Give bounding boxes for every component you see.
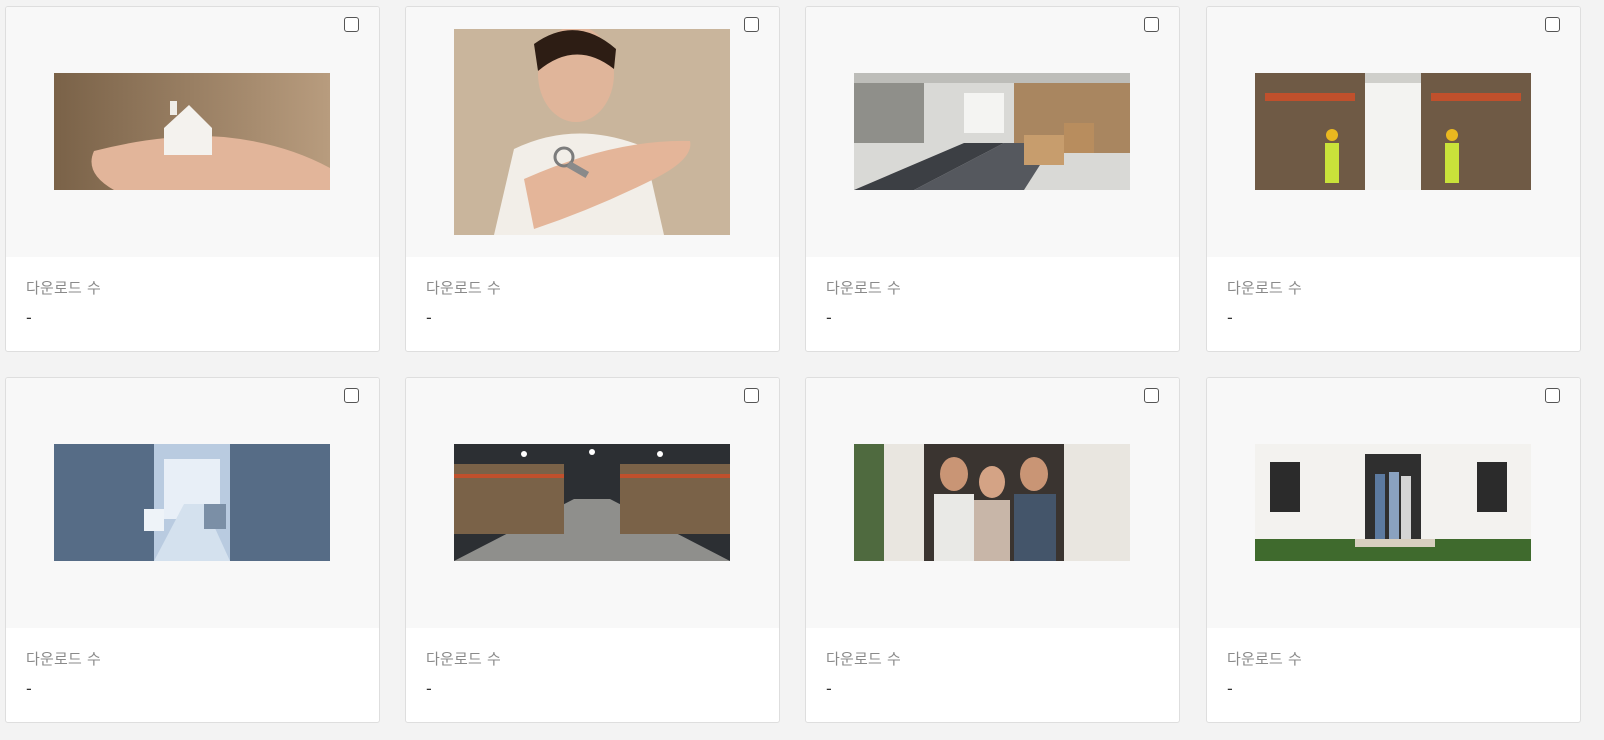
select-checkbox[interactable] [1545,388,1560,403]
select-checkbox[interactable] [744,388,759,403]
asset-card[interactable]: 다운로드 수 - [1206,6,1581,352]
house-in-hand-photo[interactable] [54,73,330,190]
select-checkbox[interactable] [1144,388,1159,403]
select-checkbox[interactable] [1545,17,1560,32]
select-checkbox[interactable] [744,17,759,32]
asset-card[interactable]: 다운로드 수 - [5,6,380,352]
asset-card[interactable]: 다운로드 수 - [405,377,780,723]
asset-card[interactable]: 다운로드 수 - [1206,377,1581,723]
family-in-front-of-house-photo[interactable] [1255,444,1531,561]
downloads-value: - [1227,679,1233,698]
warehouse-workers-photo[interactable] [1255,73,1531,190]
downloads-value: - [1227,308,1233,327]
downloads-label: 다운로드 수 [26,650,101,668]
select-checkbox[interactable] [344,388,359,403]
asset-card[interactable]: 다운로드 수 - [805,6,1180,352]
family-at-door-keys-photo[interactable] [854,444,1130,561]
downloads-value: - [26,679,32,698]
downloads-label: 다운로드 수 [426,650,501,668]
downloads-value: - [26,308,32,327]
select-checkbox[interactable] [1144,17,1159,32]
asset-card[interactable]: 다운로드 수 - [405,6,780,352]
downloads-value: - [426,679,432,698]
downloads-label: 다운로드 수 [426,279,501,297]
downloads-label: 다운로드 수 [1227,279,1302,297]
warehouse-conveyor-photo[interactable] [854,73,1130,190]
select-checkbox[interactable] [344,17,359,32]
downloads-label: 다운로드 수 [1227,650,1302,668]
woman-holding-key-photo[interactable] [454,29,730,235]
downloads-label: 다운로드 수 [826,650,901,668]
downloads-label: 다운로드 수 [826,279,901,297]
automated-warehouse-photo[interactable] [54,444,330,561]
downloads-value: - [826,308,832,327]
asset-card[interactable]: 다운로드 수 - [5,377,380,723]
asset-card[interactable]: 다운로드 수 - [805,377,1180,723]
downloads-value: - [826,679,832,698]
warehouse-aisle-photo[interactable] [454,444,730,561]
downloads-label: 다운로드 수 [26,279,101,297]
downloads-value: - [426,308,432,327]
